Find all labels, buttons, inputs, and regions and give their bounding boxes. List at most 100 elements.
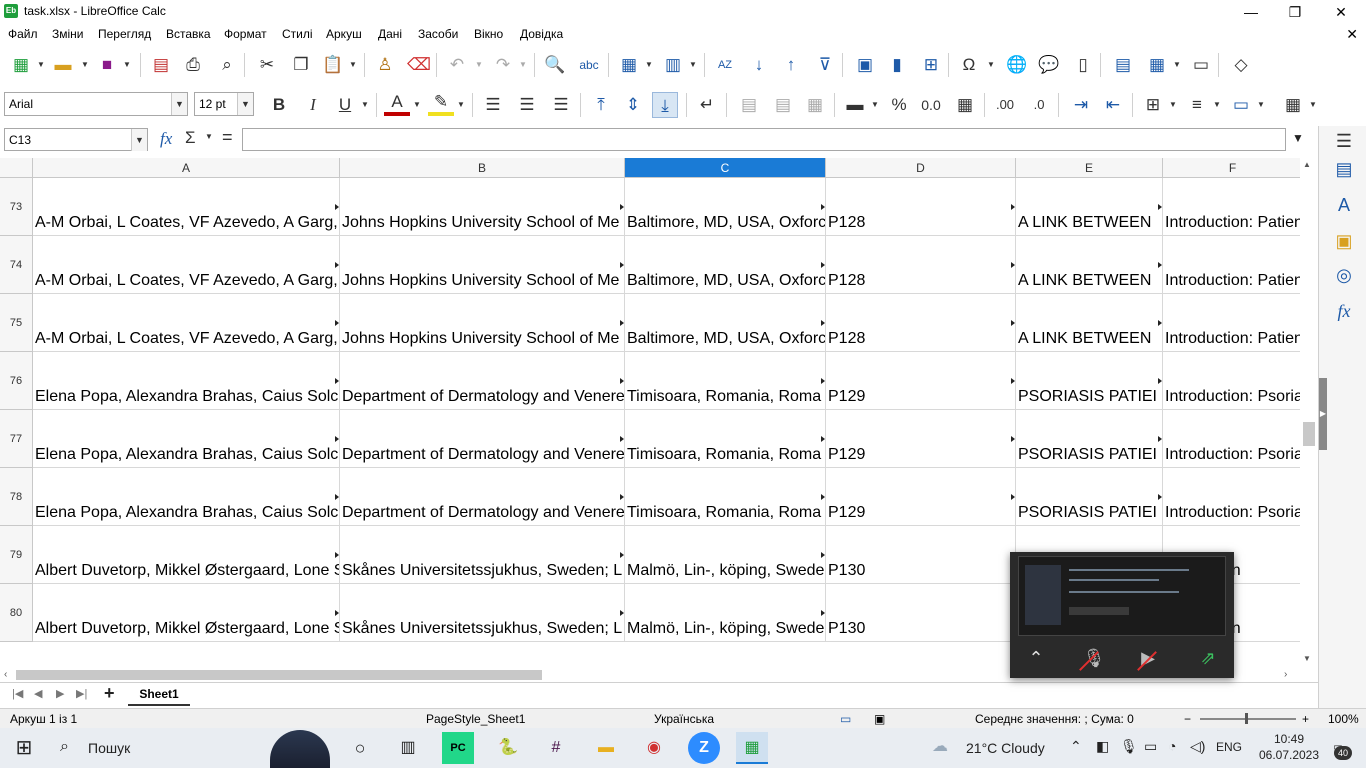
- unmerge-cells-icon[interactable]: ▦: [802, 92, 828, 118]
- bold-button[interactable]: B: [266, 92, 292, 118]
- header-footer-icon[interactable]: ▯: [1070, 52, 1096, 78]
- functions-icon[interactable]: fx: [1331, 298, 1357, 324]
- table-cell[interactable]: Introduction: Psoria: [1163, 352, 1303, 410]
- scroll-right-icon[interactable]: ›: [1284, 669, 1287, 680]
- menu-insert[interactable]: Вставка: [166, 27, 211, 41]
- scroll-left-icon[interactable]: ‹: [4, 669, 7, 680]
- column-header-f[interactable]: F: [1163, 158, 1303, 178]
- page-style[interactable]: PageStyle_Sheet1: [426, 712, 525, 726]
- print-preview-icon[interactable]: ⌕: [214, 52, 240, 78]
- split-window-icon[interactable]: ▭: [1188, 52, 1214, 78]
- print-icon[interactable]: ⎙: [180, 52, 206, 78]
- table-cell[interactable]: A-M Orbai, L Coates, VF Azevedo, A Garg,: [33, 236, 340, 294]
- sort-descending-icon[interactable]: ↑: [778, 52, 804, 78]
- menu-view[interactable]: Перегляд: [98, 27, 151, 41]
- sum-dropdown-icon[interactable]: ▼: [205, 132, 213, 141]
- table-cell[interactable]: P128: [826, 178, 1016, 236]
- gallery-icon[interactable]: ▣: [1331, 228, 1357, 254]
- zoom-app-icon[interactable]: Z: [688, 732, 720, 764]
- column-header-a[interactable]: A: [33, 158, 340, 178]
- weather-text[interactable]: 21°C Cloudy: [966, 740, 1045, 756]
- sheet-tab-sheet1[interactable]: Sheet1: [128, 684, 190, 706]
- copy-icon[interactable]: ❐: [288, 52, 314, 78]
- font-color-dropdown-icon[interactable]: ▼: [412, 92, 422, 118]
- column-header-c[interactable]: C: [625, 158, 826, 178]
- document-modified-icon[interactable]: ▣: [874, 712, 885, 726]
- table-cell[interactable]: Department of Dermatology and Venere: [340, 468, 625, 526]
- meet-now-icon[interactable]: ◧: [1096, 738, 1109, 755]
- percent-format-button[interactable]: %: [886, 92, 912, 118]
- new-dropdown-icon[interactable]: ▼: [36, 52, 46, 78]
- restore-button[interactable]: ❐: [1272, 0, 1318, 24]
- row-header[interactable]: 74: [0, 236, 33, 294]
- save-dropdown-icon[interactable]: ▼: [122, 52, 132, 78]
- align-center-icon[interactable]: ☰: [514, 92, 540, 118]
- selection-summary[interactable]: Середнє значення: ; Сума: 0: [975, 712, 1134, 726]
- file-explorer-icon[interactable]: ▬: [590, 732, 622, 764]
- zoom-out-button[interactable]: −: [1184, 712, 1191, 726]
- row-header[interactable]: 80: [0, 584, 33, 642]
- menu-window[interactable]: Вікно: [474, 27, 503, 41]
- horizontal-scroll-thumb[interactable]: [16, 670, 542, 680]
- freeze-dropdown-icon[interactable]: ▼: [1172, 52, 1182, 78]
- menu-data[interactable]: Дані: [378, 27, 402, 41]
- align-top-icon[interactable]: ⤒: [588, 92, 614, 118]
- clear-formatting-icon[interactable]: ⌫: [406, 52, 432, 78]
- next-sheet-icon[interactable]: ▶: [56, 687, 64, 700]
- collapse-overlay-icon[interactable]: ⌃: [1022, 646, 1050, 670]
- paste-icon[interactable]: 📋: [320, 52, 346, 78]
- conditional-format-icon[interactable]: ▦: [1280, 92, 1306, 118]
- table-cell[interactable]: Elena Popa, Alexandra Brahas, Caius Solc: [33, 352, 340, 410]
- scroll-up-icon[interactable]: ▲: [1303, 160, 1311, 169]
- table-cell[interactable]: Albert Duvetorp, Mikkel Østergaard, Lone…: [33, 526, 340, 584]
- table-cell[interactable]: Introduction: Patien: [1163, 236, 1303, 294]
- special-character-dropdown-icon[interactable]: ▼: [986, 52, 996, 78]
- microphone-icon[interactable]: 🎙: [1120, 738, 1138, 755]
- undo-icon[interactable]: ↶: [444, 52, 470, 78]
- selection-mode-icon[interactable]: ▭: [840, 712, 851, 726]
- row-header[interactable]: 79: [0, 526, 33, 584]
- date-format-icon[interactable]: ▦: [952, 92, 978, 118]
- properties-icon[interactable]: ▤: [1331, 156, 1357, 182]
- align-right-icon[interactable]: ☰: [548, 92, 574, 118]
- table-cell[interactable]: Introduction: Psoria: [1163, 410, 1303, 468]
- table-cell[interactable]: Malmö, Lin-, köping, Swede: [625, 526, 826, 584]
- name-box[interactable]: C13 ▼: [4, 128, 148, 151]
- open-dropdown-icon[interactable]: ▼: [80, 52, 90, 78]
- volume-icon[interactable]: ◁): [1190, 738, 1205, 755]
- row-header[interactable]: 73: [0, 178, 33, 236]
- table-cell[interactable]: Introduction: Psoria: [1163, 468, 1303, 526]
- table-cell[interactable]: Baltimore, MD, USA, Oxforc: [625, 236, 826, 294]
- taskbar-search[interactable]: ⌕ Пошук: [52, 728, 352, 768]
- formula-input[interactable]: [242, 128, 1286, 151]
- select-all-corner[interactable]: [0, 158, 33, 178]
- collapse-sidebar-icon[interactable]: ▶: [1319, 378, 1327, 450]
- vertical-scroll-thumb[interactable]: [1303, 422, 1315, 446]
- table-cell[interactable]: PSORIASIS PATIEI: [1016, 410, 1163, 468]
- menu-sheet[interactable]: Аркуш: [326, 27, 362, 41]
- highlight-dropdown-icon[interactable]: ▼: [456, 92, 466, 118]
- cortana-icon[interactable]: ○: [344, 732, 376, 764]
- border-style-dropdown-icon[interactable]: ▼: [1212, 92, 1222, 118]
- video-call-overlay[interactable]: ⌃ 🎙 ▶ ⇗: [1010, 552, 1234, 678]
- vertical-scrollbar[interactable]: ▲ ▼: [1300, 158, 1318, 668]
- number-format-button[interactable]: 0.0: [918, 92, 944, 118]
- row-header[interactable]: 77: [0, 410, 33, 468]
- table-cell[interactable]: Skånes Universitetssjukhus, Sweden; L: [340, 584, 625, 642]
- merge-center-icon[interactable]: ▤: [736, 92, 762, 118]
- sort-ascending-icon[interactable]: ↓: [746, 52, 772, 78]
- table-cell[interactable]: Baltimore, MD, USA, Oxforc: [625, 178, 826, 236]
- table-cell[interactable]: A-M Orbai, L Coates, VF Azevedo, A Garg,: [33, 178, 340, 236]
- zoom-slider[interactable]: [1200, 718, 1296, 720]
- table-cell[interactable]: Elena Popa, Alexandra Brahas, Caius Solc: [33, 468, 340, 526]
- add-sheet-button[interactable]: +: [104, 683, 115, 704]
- menu-format[interactable]: Формат: [224, 27, 267, 41]
- table-cell[interactable]: Skånes Universitetssjukhus, Sweden; L: [340, 526, 625, 584]
- chevron-down-icon[interactable]: ▼: [131, 129, 147, 151]
- borders-dropdown-icon[interactable]: ▼: [1168, 92, 1178, 118]
- zoom-slider-handle[interactable]: [1245, 713, 1248, 724]
- font-name-combo[interactable]: Arial ▼: [4, 92, 188, 116]
- font-size-combo[interactable]: 12 pt ▼: [194, 92, 254, 116]
- table-cell[interactable]: A-M Orbai, L Coates, VF Azevedo, A Garg,: [33, 294, 340, 352]
- insert-image-icon[interactable]: ▣: [852, 52, 878, 78]
